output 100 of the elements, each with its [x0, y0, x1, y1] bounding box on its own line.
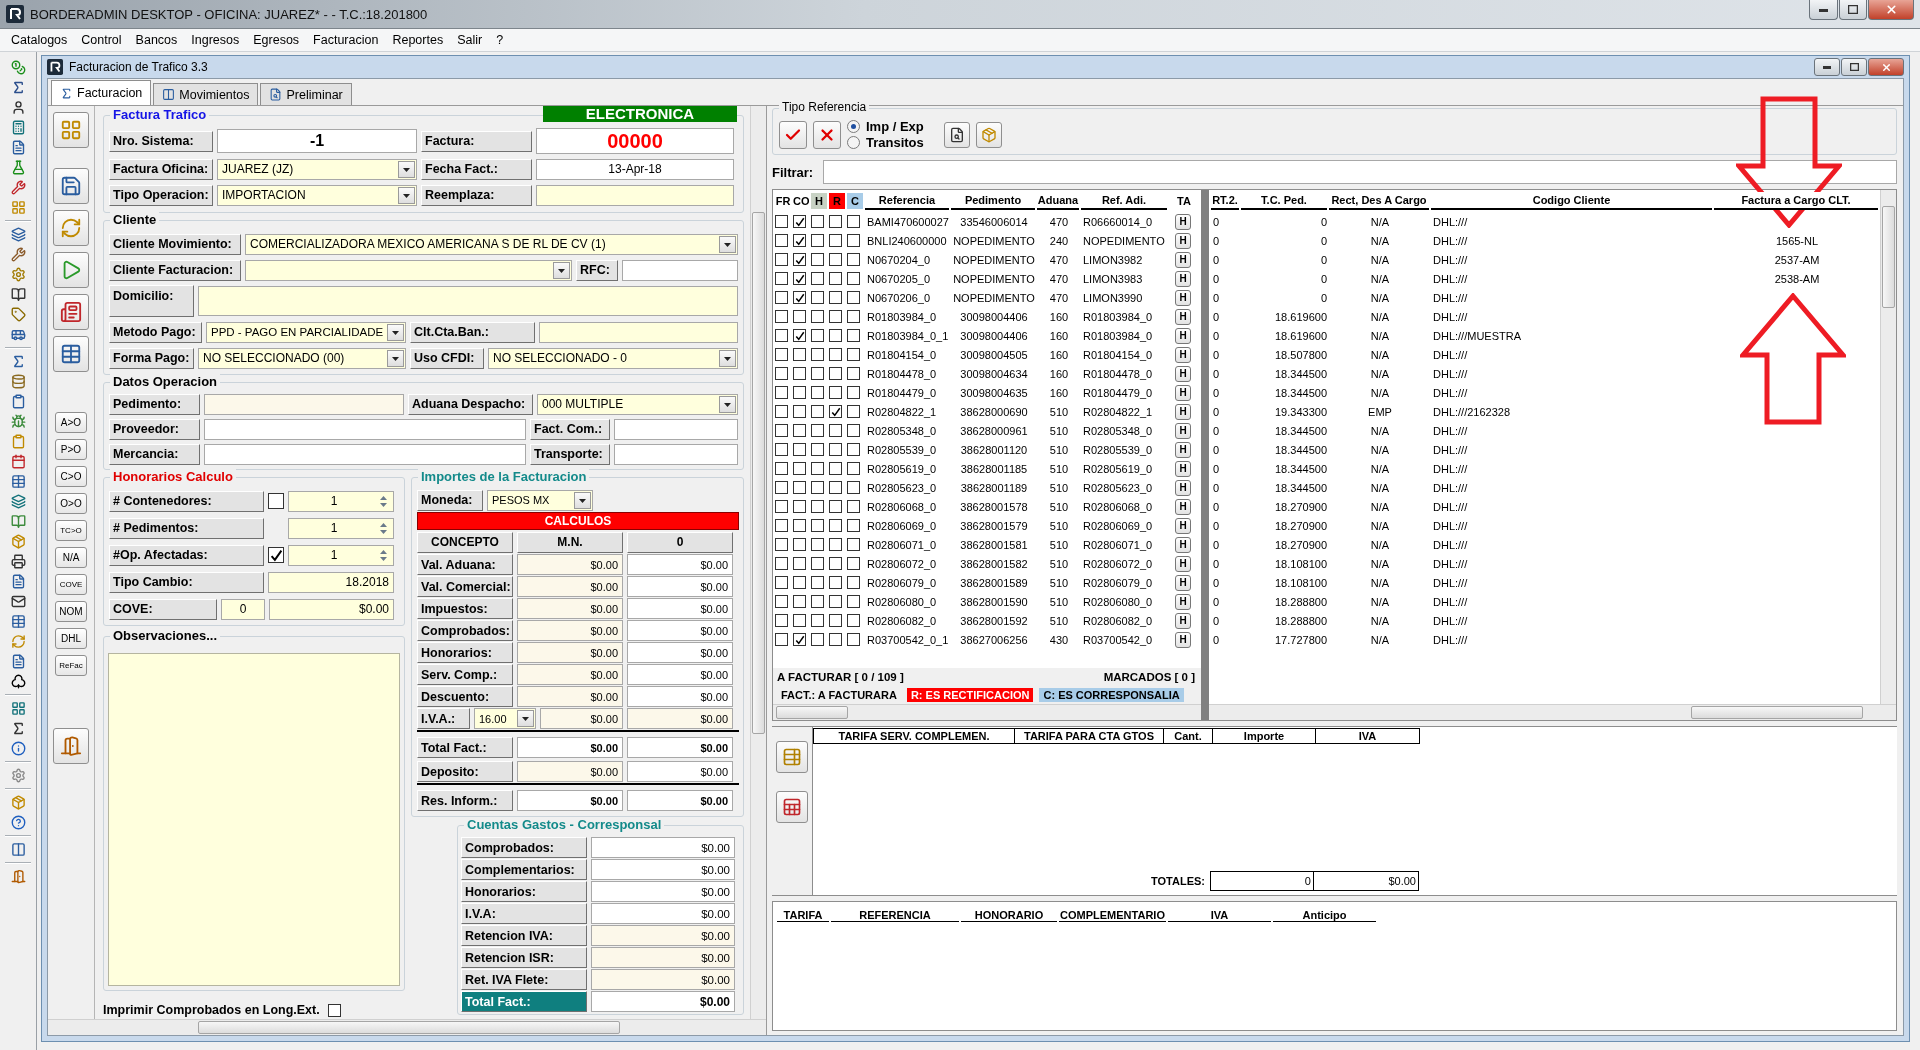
- checkbox[interactable]: [775, 424, 788, 437]
- text-field[interactable]: $0.00: [627, 620, 733, 641]
- text-field[interactable]: -1: [217, 129, 417, 153]
- dropdown-field[interactable]: NO SELECCIONADO - 0: [488, 347, 738, 369]
- document-icon[interactable]: [10, 574, 26, 589]
- checkbox[interactable]: [847, 405, 860, 418]
- vertical-scrollbar[interactable]: [750, 106, 766, 1019]
- checkbox[interactable]: [847, 272, 860, 285]
- text-field[interactable]: [614, 443, 738, 465]
- layers-icon[interactable]: [10, 227, 26, 242]
- text-field[interactable]: $0.00: [627, 576, 733, 597]
- horizontal-scrollbar[interactable]: [1209, 704, 1896, 720]
- checkbox[interactable]: [811, 310, 824, 323]
- checkbox[interactable]: [793, 272, 806, 285]
- checkbox[interactable]: [811, 348, 824, 361]
- checkbox[interactable]: [268, 493, 284, 509]
- toolbar-button[interactable]: [943, 121, 970, 148]
- row-action-button[interactable]: H: [1175, 536, 1191, 553]
- checkbox[interactable]: [829, 519, 842, 532]
- checkbox[interactable]: [847, 538, 860, 551]
- row-action-button[interactable]: H: [1175, 289, 1191, 306]
- checkbox[interactable]: [829, 462, 842, 475]
- row-action-button[interactable]: H: [1175, 574, 1191, 591]
- door-icon[interactable]: [10, 869, 26, 884]
- checkbox[interactable]: [847, 595, 860, 608]
- settings-icon[interactable]: [10, 768, 26, 783]
- checkbox[interactable]: [327, 1003, 341, 1017]
- toolbar-button[interactable]: [53, 294, 89, 330]
- checkbox[interactable]: [793, 405, 806, 418]
- flask-icon[interactable]: [10, 160, 26, 175]
- text-field[interactable]: $0.00: [627, 598, 733, 619]
- text-field[interactable]: $0.00: [517, 790, 623, 811]
- checkbox[interactable]: [775, 576, 788, 589]
- checkbox[interactable]: [847, 519, 860, 532]
- delete-rows-button[interactable]: [776, 791, 808, 823]
- checkbox[interactable]: [829, 481, 842, 494]
- text-field[interactable]: $0.00: [591, 903, 735, 924]
- text-field[interactable]: $0.00: [627, 761, 733, 782]
- checkbox[interactable]: [811, 519, 824, 532]
- dropdown-field[interactable]: [245, 259, 572, 281]
- checkbox[interactable]: [811, 291, 824, 304]
- text-field[interactable]: $0.00: [627, 664, 733, 685]
- text-field[interactable]: $0.00: [627, 737, 733, 758]
- checkbox[interactable]: [793, 519, 806, 532]
- checkbox[interactable]: [793, 253, 806, 266]
- table-icon[interactable]: [10, 474, 26, 489]
- checkbox[interactable]: [775, 443, 788, 456]
- checkbox[interactable]: [775, 538, 788, 551]
- text-field[interactable]: $0.00: [540, 708, 623, 729]
- calendar-icon[interactable]: [10, 454, 26, 469]
- checkbox[interactable]: [847, 291, 860, 304]
- menu-item[interactable]: Control: [74, 33, 129, 47]
- row-action-button[interactable]: H: [1175, 612, 1191, 629]
- checkbox[interactable]: [829, 386, 842, 399]
- checkbox[interactable]: [829, 538, 842, 551]
- text-field[interactable]: [198, 286, 738, 316]
- checkbox[interactable]: [793, 462, 806, 475]
- row-action-button[interactable]: H: [1175, 327, 1191, 344]
- checkbox[interactable]: [847, 348, 860, 361]
- checkbox[interactable]: [268, 547, 284, 563]
- mail-icon[interactable]: [10, 594, 26, 609]
- checkbox[interactable]: [847, 253, 860, 266]
- checkbox[interactable]: [829, 310, 842, 323]
- text-field[interactable]: $0.00: [591, 859, 735, 880]
- club-icon[interactable]: [10, 674, 26, 689]
- text-field[interactable]: [536, 184, 734, 206]
- checkbox[interactable]: [793, 576, 806, 589]
- horizontal-scrollbar[interactable]: [773, 704, 1201, 720]
- package-icon[interactable]: [10, 534, 26, 549]
- dropdown-field[interactable]: COMERCIALIZADORA MEXICO AMERICANA S DE RL DE CV (1): [245, 233, 738, 255]
- checkbox[interactable]: [811, 234, 824, 247]
- menu-item[interactable]: Facturacion: [306, 33, 386, 47]
- row-action-button[interactable]: H: [1175, 479, 1191, 496]
- exit-button[interactable]: [53, 728, 89, 764]
- document-icon[interactable]: [10, 654, 26, 669]
- checkbox[interactable]: [775, 633, 788, 646]
- menu-item[interactable]: Catalogos: [4, 33, 75, 47]
- checkbox[interactable]: [847, 234, 860, 247]
- checkbox[interactable]: [829, 500, 842, 513]
- minimize-button[interactable]: [1814, 58, 1840, 76]
- text-field[interactable]: $0.00: [627, 554, 733, 575]
- package-icon[interactable]: [10, 795, 26, 810]
- checkbox[interactable]: [793, 310, 806, 323]
- checkbox[interactable]: [847, 386, 860, 399]
- checkbox[interactable]: [775, 291, 788, 304]
- row-action-button[interactable]: H: [1175, 213, 1191, 230]
- checkbox[interactable]: [829, 443, 842, 456]
- menu-item[interactable]: Salir: [450, 33, 490, 47]
- close-button[interactable]: [1868, 58, 1904, 76]
- bug-icon[interactable]: [10, 414, 26, 429]
- dropdown-field[interactable]: JUAREZ (JZ): [217, 158, 417, 180]
- text-field[interactable]: $0.00: [627, 708, 733, 729]
- columns-icon[interactable]: [10, 842, 26, 857]
- text-field[interactable]: 0: [221, 598, 265, 620]
- checkbox[interactable]: [829, 614, 842, 627]
- checkbox[interactable]: [829, 367, 842, 380]
- horizontal-scrollbar[interactable]: [48, 1019, 766, 1035]
- checkbox[interactable]: [793, 538, 806, 551]
- checkbox[interactable]: [847, 500, 860, 513]
- text-field[interactable]: [622, 259, 738, 281]
